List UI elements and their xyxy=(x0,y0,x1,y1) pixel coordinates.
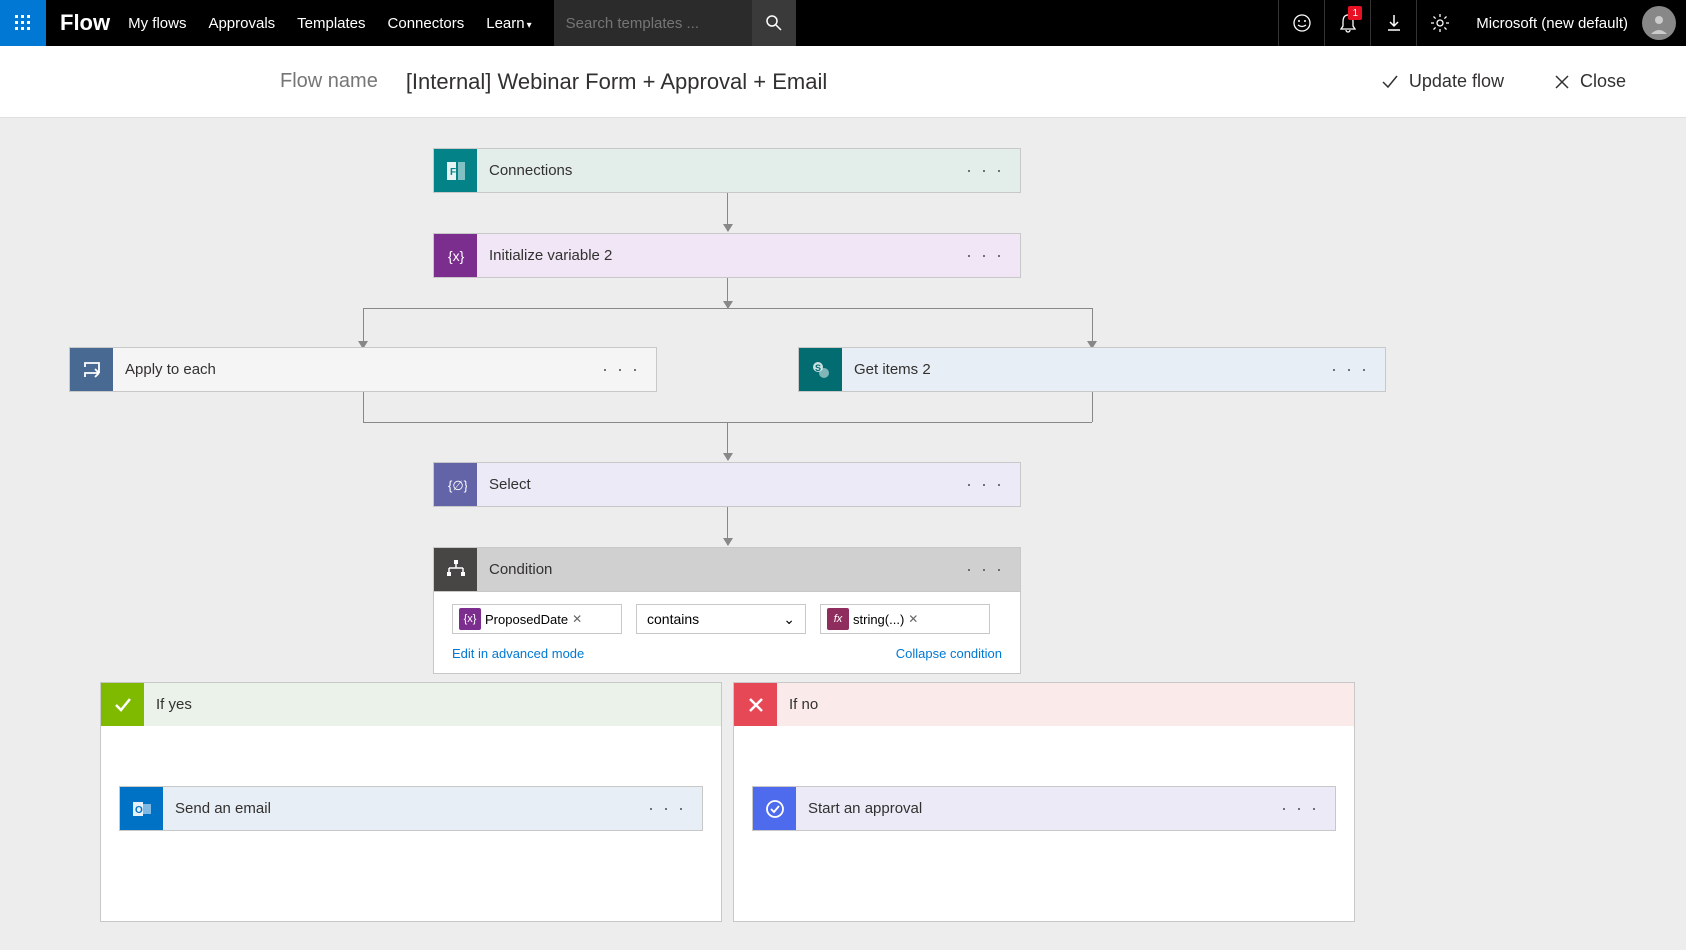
card-menu[interactable]: · · · xyxy=(950,160,1020,181)
nav-approvals[interactable]: Approvals xyxy=(208,15,275,32)
connector xyxy=(727,278,728,308)
edit-advanced-link[interactable]: Edit in advanced mode xyxy=(452,646,584,661)
card-menu[interactable]: · · · xyxy=(950,474,1020,495)
avatar[interactable] xyxy=(1642,6,1676,40)
connector xyxy=(363,308,1092,309)
connector xyxy=(727,507,728,545)
card-menu[interactable]: · · · xyxy=(950,245,1020,266)
connector-arrow xyxy=(727,193,728,231)
outlook-icon: O xyxy=(120,787,163,830)
card-menu[interactable]: · · · xyxy=(586,359,656,380)
sharepoint-icon: S xyxy=(799,348,842,391)
card-start-approval[interactable]: Start an approval · · · xyxy=(752,786,1336,831)
branch-title: If yes xyxy=(144,696,721,713)
condition-icon xyxy=(434,548,477,591)
card-menu[interactable]: · · · xyxy=(1315,359,1385,380)
card-title: Get items 2 xyxy=(842,361,1315,378)
nav-connectors[interactable]: Connectors xyxy=(388,15,465,32)
search-box[interactable] xyxy=(554,0,752,46)
chevron-down-icon: ▾ xyxy=(527,20,532,31)
fx-token-icon: fx xyxy=(827,608,849,630)
update-flow-button[interactable]: Update flow xyxy=(1381,71,1504,92)
search-icon xyxy=(765,14,783,32)
brand-name: Flow xyxy=(46,10,128,36)
check-icon xyxy=(1381,73,1399,91)
card-apply-to-each[interactable]: Apply to each · · · xyxy=(69,347,657,392)
approval-icon xyxy=(753,787,796,830)
check-icon xyxy=(101,683,144,726)
branch-if-yes: If yes O Send an email · · · xyxy=(100,682,722,922)
smiley-icon xyxy=(1292,13,1312,33)
connector xyxy=(1092,308,1093,343)
collapse-condition-link[interactable]: Collapse condition xyxy=(896,646,1002,661)
download-button[interactable] xyxy=(1370,0,1416,46)
condition-left-operand[interactable]: {x} ProposedDate ✕ xyxy=(452,604,622,634)
remove-token-icon[interactable]: ✕ xyxy=(908,612,918,626)
tenant-label[interactable]: Microsoft (new default) xyxy=(1462,15,1642,32)
svg-text:{∅}: {∅} xyxy=(448,478,467,493)
token-text: ProposedDate xyxy=(485,612,568,627)
card-title: Send an email xyxy=(163,800,632,817)
card-title: Select xyxy=(477,476,950,493)
card-title: Initialize variable 2 xyxy=(477,247,950,264)
variable-icon: {x} xyxy=(434,234,477,277)
close-button[interactable]: Close xyxy=(1554,71,1626,92)
svg-text:{x}: {x} xyxy=(448,248,465,264)
search-input[interactable] xyxy=(566,15,740,32)
settings-button[interactable] xyxy=(1416,0,1462,46)
branch-title: If no xyxy=(777,696,1354,713)
nav-learn[interactable]: Learn▾ xyxy=(486,15,531,32)
connector xyxy=(363,392,364,422)
card-menu[interactable]: · · · xyxy=(632,798,702,819)
loop-icon xyxy=(70,348,113,391)
person-icon xyxy=(1648,12,1670,34)
flow-name-label: Flow name xyxy=(280,70,378,93)
search-button[interactable] xyxy=(752,0,796,46)
connector xyxy=(727,422,728,460)
close-icon xyxy=(1554,74,1570,90)
card-connections[interactable]: F Connections · · · xyxy=(433,148,1021,193)
connector xyxy=(1092,392,1093,422)
remove-token-icon[interactable]: ✕ xyxy=(572,612,582,626)
download-icon xyxy=(1386,14,1402,32)
card-menu[interactable]: · · · xyxy=(1265,798,1335,819)
condition-right-operand[interactable]: fx string(...) ✕ xyxy=(820,604,990,634)
select-icon: {∅} xyxy=(434,463,477,506)
card-send-email[interactable]: O Send an email · · · xyxy=(119,786,703,831)
flow-name-value[interactable]: [Internal] Webinar Form + Approval + Ema… xyxy=(406,69,827,95)
feedback-button[interactable] xyxy=(1278,0,1324,46)
card-title: Apply to each xyxy=(113,361,586,378)
card-title: Start an approval xyxy=(796,800,1265,817)
token-text: string(...) xyxy=(853,612,904,627)
forms-icon: F xyxy=(434,149,477,192)
condition-operator-dropdown[interactable]: contains ⌄ xyxy=(636,604,806,634)
nav-templates[interactable]: Templates xyxy=(297,15,365,32)
card-title: Condition xyxy=(477,561,950,578)
variable-token-icon: {x} xyxy=(459,608,481,630)
nav-my-flows[interactable]: My flows xyxy=(128,15,186,32)
card-init-variable[interactable]: {x} Initialize variable 2 · · · xyxy=(433,233,1021,278)
svg-text:O: O xyxy=(135,805,143,816)
notifications-button[interactable]: 1 xyxy=(1324,0,1370,46)
notification-badge: 1 xyxy=(1348,6,1362,20)
card-title: Connections xyxy=(477,162,950,179)
card-select[interactable]: {∅} Select · · · xyxy=(433,462,1021,507)
close-icon xyxy=(734,683,777,726)
connector xyxy=(363,308,364,343)
card-condition[interactable]: Condition · · · {x} ProposedDate ✕ conta… xyxy=(433,547,1021,674)
card-menu[interactable]: · · · xyxy=(950,559,1020,580)
chevron-down-icon: ⌄ xyxy=(783,611,795,628)
app-launcher[interactable] xyxy=(0,0,46,46)
waffle-icon xyxy=(15,15,31,31)
svg-text:F: F xyxy=(450,167,456,178)
gear-icon xyxy=(1430,13,1450,33)
svg-text:S: S xyxy=(815,363,821,373)
branch-if-no: If no Start an approval · · · xyxy=(733,682,1355,922)
card-get-items[interactable]: S Get items 2 · · · xyxy=(798,347,1386,392)
